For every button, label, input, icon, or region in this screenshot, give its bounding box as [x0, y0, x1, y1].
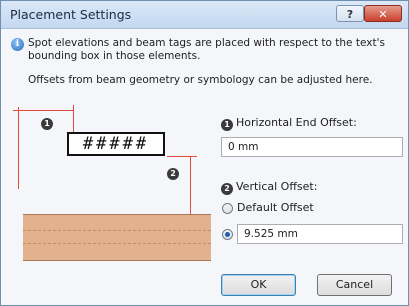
default-offset-label[interactable]: Default Offset: [237, 201, 314, 214]
horizontal-offset-input[interactable]: 0 mm: [221, 137, 403, 157]
offsets-hint-text: Offsets from beam geometry or symbology …: [28, 74, 373, 86]
placement-settings-dialog: Placement Settings ? ✕ i Spot elevations…: [0, 0, 409, 306]
beam-tag-preview: #####: [67, 132, 165, 156]
left-extent-line: [18, 107, 19, 189]
tag-bottom-line: [167, 156, 197, 157]
info-text: Spot elevations and beam tags are placed…: [28, 37, 385, 62]
horizontal-offset-label: 1 Horizontal End Offset:: [221, 116, 357, 131]
default-offset-radio[interactable]: [222, 203, 233, 214]
ok-button[interactable]: OK: [221, 274, 296, 296]
title-bar: Placement Settings ? ✕: [1, 1, 408, 29]
dialog-title: Placement Settings: [10, 7, 132, 22]
vertical-dimension-line: [190, 156, 191, 215]
dimension-badge-2: 2: [167, 168, 179, 180]
info-icon: i: [11, 38, 24, 51]
horizontal-badge: 1: [221, 119, 233, 131]
vertical-offset-label-text: Vertical Offset:: [236, 180, 318, 193]
help-button[interactable]: ?: [336, 5, 364, 22]
offset-diagram: 1 ##### 2: [1, 101, 216, 291]
beam-centerline-bottom: [23, 243, 211, 244]
horizontal-dimension-line: [18, 110, 73, 111]
vertical-offset-input[interactable]: 9.525 mm: [237, 224, 403, 244]
tag-left-line: [73, 105, 74, 135]
vertical-offset-label: 2 Vertical Offset:: [221, 180, 317, 195]
horizontal-offset-label-text: Horizontal End Offset:: [236, 116, 357, 129]
vertical-badge: 2: [221, 183, 233, 195]
close-button[interactable]: ✕: [364, 5, 402, 22]
dialog-body: i Spot elevations and beam tags are plac…: [1, 29, 408, 305]
custom-offset-radio[interactable]: [222, 229, 233, 240]
dimension-badge-1: 1: [41, 118, 53, 130]
beam-shape: [23, 214, 211, 261]
beam-centerline-top: [23, 230, 211, 231]
cancel-button[interactable]: Cancel: [317, 274, 392, 296]
